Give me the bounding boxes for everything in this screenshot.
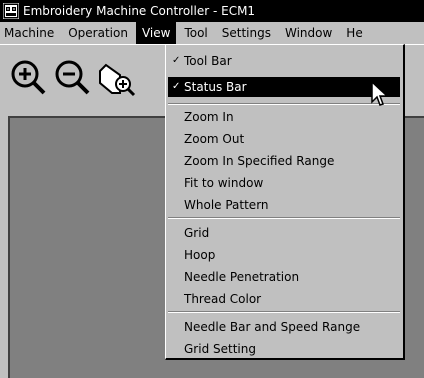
menu-item-zoom-out[interactable]: Zoom Out <box>168 129 400 149</box>
menu-item-needle-bar-speed[interactable]: Needle Bar and Speed Range <box>168 317 400 337</box>
menu-machine[interactable]: Machine <box>0 22 60 44</box>
menu-item-label: Tool Bar <box>184 54 232 68</box>
zoom-range-icon <box>99 63 136 97</box>
menu-settings[interactable]: Settings <box>216 22 277 44</box>
menu-operation[interactable]: Operation <box>62 22 134 44</box>
menu-tool[interactable]: Tool <box>178 22 213 44</box>
menu-item-needle-penetration[interactable]: Needle Penetration <box>168 267 400 287</box>
menu-item-whole-pattern[interactable]: Whole Pattern <box>168 195 400 215</box>
menu-item-status-bar[interactable]: ✓ Status Bar <box>168 77 400 97</box>
menu-window[interactable]: Window <box>279 22 338 44</box>
menu-item-thread-color[interactable]: Thread Color <box>168 289 400 309</box>
title-bar: Embroidery Machine Controller - ECM1 <box>0 0 424 22</box>
menu-item-tool-bar[interactable]: ✓ Tool Bar <box>168 51 400 71</box>
menu-help[interactable]: He <box>340 22 368 44</box>
zoom-out-button[interactable] <box>52 57 92 97</box>
menu-item-label: Status Bar <box>184 80 247 94</box>
menu-item-zoom-range[interactable]: Zoom In Specified Range <box>168 151 400 171</box>
menu-item-grid[interactable]: Grid <box>168 223 400 243</box>
zoom-range-button[interactable] <box>96 57 136 97</box>
window-title: Embroidery Machine Controller - ECM1 <box>23 4 256 18</box>
menu-separator <box>168 311 400 313</box>
menu-item-grid-setting[interactable]: Grid Setting <box>168 339 400 359</box>
zoom-in-icon <box>11 60 46 95</box>
menu-bar: Machine Operation View Tool Settings Win… <box>0 22 424 44</box>
menu-separator <box>168 217 400 219</box>
menu-item-hoop[interactable]: Hoop <box>168 245 400 265</box>
menu-separator <box>168 103 400 105</box>
zoom-in-button[interactable] <box>8 57 48 97</box>
menu-item-zoom-in[interactable]: Zoom In <box>168 107 400 127</box>
menu-view[interactable]: View <box>135 22 177 44</box>
check-icon: ✓ <box>172 81 181 92</box>
app-icon <box>3 3 19 19</box>
view-menu-dropdown: ✓ Tool Bar ✓ Status Bar Zoom In Zoom Out… <box>165 44 405 360</box>
mouse-cursor-icon <box>371 80 389 106</box>
zoom-out-icon <box>55 60 90 95</box>
menu-item-fit-to-window[interactable]: Fit to window <box>168 173 400 193</box>
check-icon: ✓ <box>172 55 181 66</box>
